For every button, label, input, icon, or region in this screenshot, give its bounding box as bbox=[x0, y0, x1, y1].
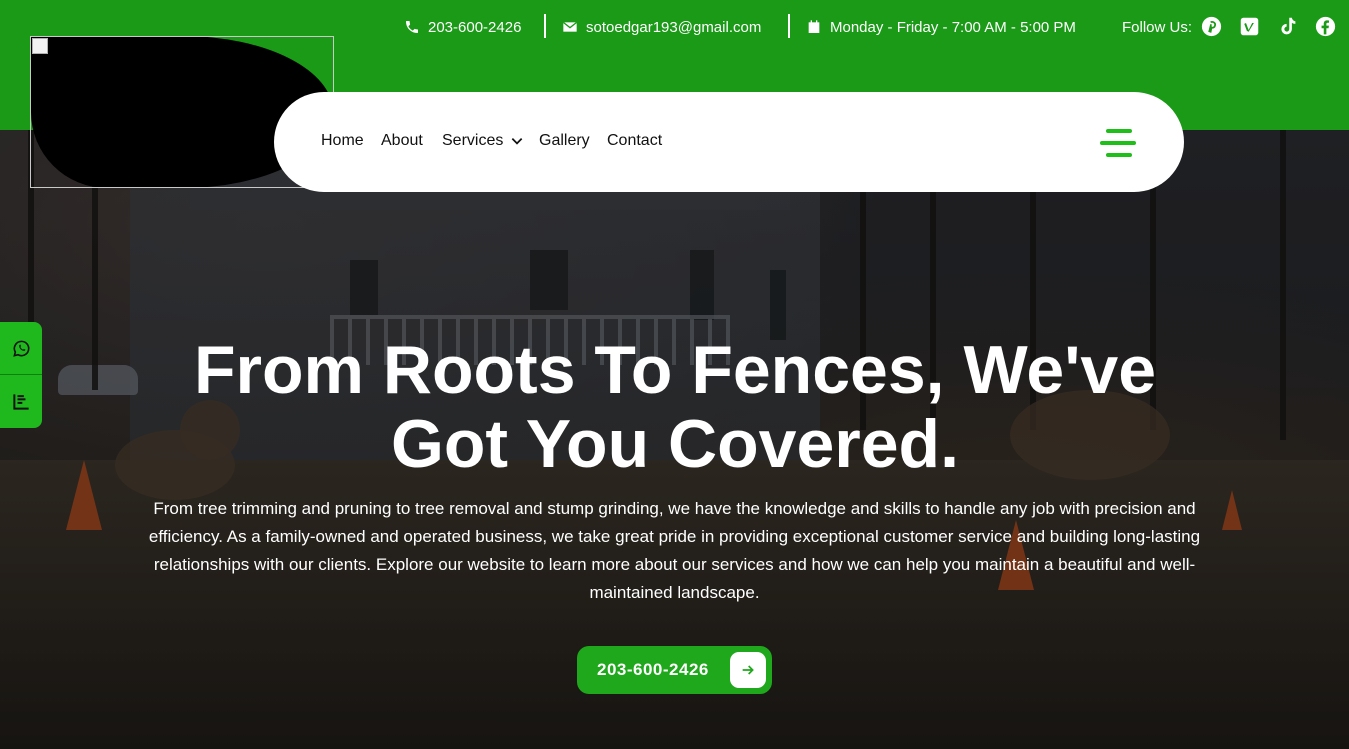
follow-us-text: Follow Us: bbox=[1122, 18, 1193, 36]
floating-action-bar bbox=[0, 322, 42, 428]
phone-icon bbox=[406, 21, 418, 33]
hero-description: From tree trimming and pruning to tree r… bbox=[148, 499, 1201, 602]
nav-services[interactable]: Services bbox=[442, 132, 524, 150]
main-navbar: Home About Services Gallery Contact bbox=[274, 92, 1184, 192]
envelope-icon bbox=[562, 21, 578, 32]
tiktok-icon[interactable] bbox=[1276, 15, 1298, 37]
phone-link[interactable]: 203-600-2426 bbox=[404, 14, 521, 40]
nav-contact[interactable]: Contact bbox=[607, 132, 662, 150]
email-text: sotoedgar193@gmail.com bbox=[586, 18, 762, 36]
nav-services-label: Services bbox=[442, 132, 504, 149]
headline-line-1: From Roots To Fences, We've bbox=[193, 332, 1157, 408]
nav-home-label: Home bbox=[321, 132, 364, 149]
hamburger-menu-icon[interactable] bbox=[1100, 128, 1136, 158]
call-now-button[interactable]: 203-600-2426 bbox=[577, 646, 772, 694]
calendar-icon bbox=[808, 20, 820, 33]
nav-about-label: About bbox=[381, 132, 423, 149]
nav-contact-label: Contact bbox=[607, 132, 663, 149]
phone-text: 203-600-2426 bbox=[428, 18, 522, 36]
broken-image-icon bbox=[32, 38, 48, 54]
divider bbox=[788, 14, 790, 38]
hero-headline: From Roots To Fences, We've Got You Cove… bbox=[140, 333, 1210, 481]
chart-icon bbox=[12, 393, 29, 410]
divider bbox=[544, 14, 546, 38]
cta-label: 203-600-2426 bbox=[597, 660, 709, 679]
headline-line-2: Got You Covered. bbox=[390, 406, 959, 482]
email-link[interactable]: sotoedgar193@gmail.com bbox=[562, 14, 761, 40]
arrow-right-icon bbox=[730, 652, 766, 688]
chart-button[interactable] bbox=[0, 375, 42, 427]
business-hours: Monday - Friday - 7:00 AM - 5:00 PM bbox=[806, 14, 1076, 40]
pinterest-icon[interactable] bbox=[1200, 15, 1222, 37]
vimeo-icon[interactable] bbox=[1238, 15, 1260, 37]
hours-text: Monday - Friday - 7:00 AM - 5:00 PM bbox=[830, 18, 1076, 36]
nav-gallery-label: Gallery bbox=[539, 132, 590, 149]
facebook-icon[interactable] bbox=[1314, 15, 1336, 37]
nav-home[interactable]: Home bbox=[321, 132, 364, 150]
whatsapp-button[interactable] bbox=[0, 322, 42, 374]
follow-us-label: Follow Us: bbox=[1122, 14, 1192, 40]
whatsapp-icon bbox=[12, 340, 29, 357]
nav-gallery[interactable]: Gallery bbox=[539, 132, 590, 150]
chevron-down-icon bbox=[512, 138, 523, 145]
nav-about[interactable]: About bbox=[381, 132, 423, 150]
